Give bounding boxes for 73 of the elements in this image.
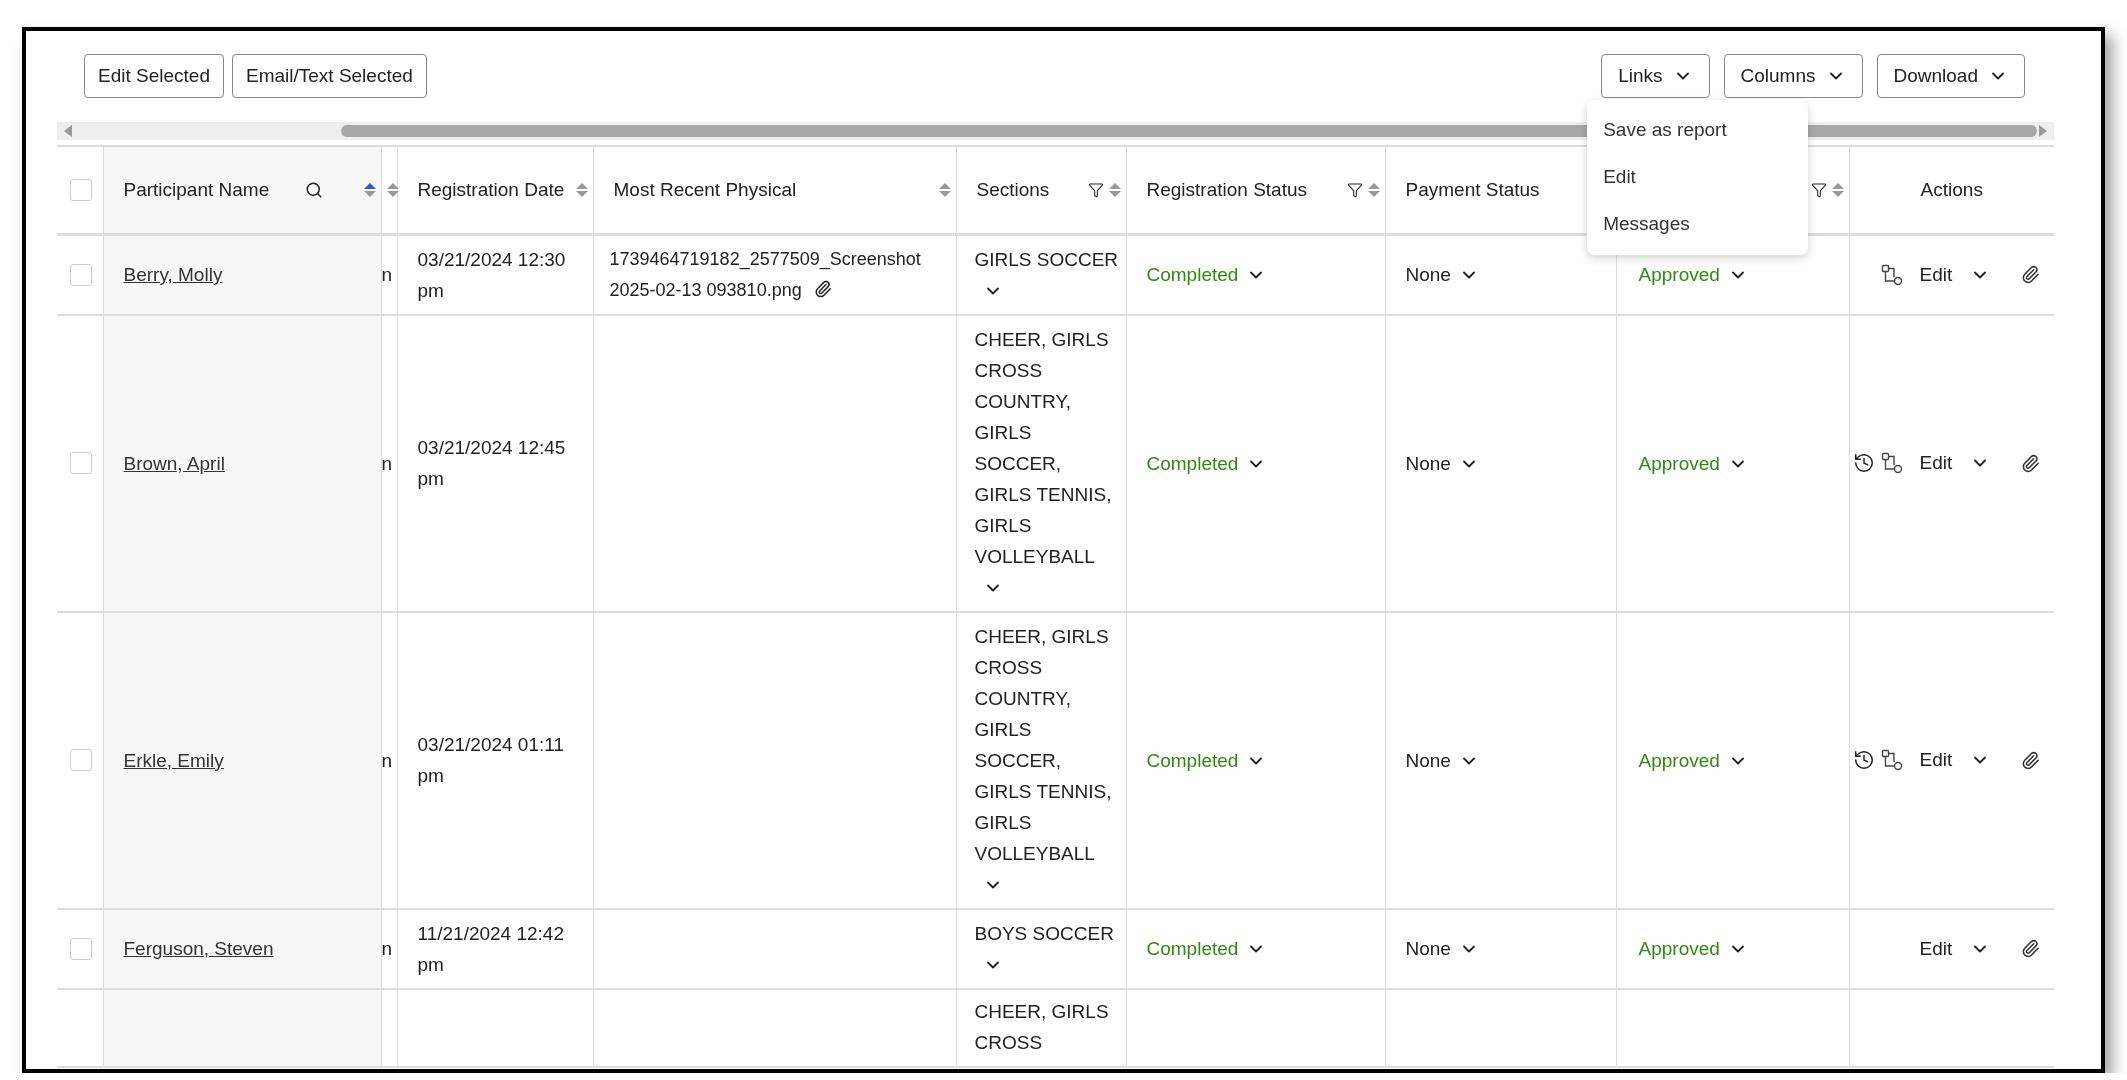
filter-icon[interactable] (1346, 181, 1363, 198)
sections-text: CHEER, GIRLS CROSS (974, 1000, 1109, 1053)
column-header: Registration Date (417, 178, 566, 201)
sort-icon[interactable] (362, 181, 377, 198)
payment-status-dropdown[interactable]: None (1405, 264, 1479, 286)
edit-dropdown[interactable]: Edit (1919, 452, 1991, 474)
participant-link[interactable]: Erkle, Emily (123, 749, 224, 771)
attachment-link[interactable]: 1739464719182_2577509_Screenshot 2025-02-13 093810.png (609, 243, 952, 306)
edit-dropdown[interactable]: Edit (1919, 749, 1991, 771)
registration-status-dropdown[interactable]: Completed (1146, 749, 1267, 772)
column-header: Sections (976, 178, 1051, 201)
toolbar-button[interactable]: Edit Selected (84, 54, 224, 98)
paperclip-icon (2021, 453, 2040, 473)
sections-text: BOYS SOCCER (974, 922, 1114, 944)
paperclip-icon (2021, 265, 2040, 284)
menu-item[interactable]: Messages (1587, 200, 1809, 247)
approval-status-dropdown[interactable]: Approved (1638, 749, 1748, 772)
horizontal-scrollbar[interactable] (57, 122, 2054, 140)
row-checkbox[interactable] (70, 937, 92, 960)
payment-status-dropdown[interactable]: None (1405, 749, 1479, 772)
node-link-icon[interactable] (1880, 749, 1903, 771)
paperclip-icon (813, 279, 832, 298)
table-cell: n (381, 749, 393, 771)
edit-dropdown[interactable]: Edit (1919, 937, 1991, 960)
registration-date: 11/21/2024 12:42 pm (417, 922, 564, 975)
column-header: Participant Name (123, 178, 271, 201)
history-icon[interactable] (1852, 749, 1875, 771)
table-cell: n (381, 452, 393, 474)
node-link-icon[interactable] (1880, 452, 1903, 474)
table-cell: n (381, 938, 393, 959)
participant-link[interactable]: Berry, Molly (123, 264, 223, 285)
filter-icon[interactable] (1810, 181, 1827, 198)
sort-icon[interactable] (574, 181, 589, 198)
search-icon[interactable] (304, 180, 323, 199)
menu-button[interactable]: Download (1876, 54, 2025, 98)
registration-status-dropdown[interactable]: Completed (1146, 264, 1267, 286)
toolbar-button[interactable]: Email/Text Selected (231, 54, 427, 98)
edit-dropdown[interactable]: Edit (1919, 263, 1991, 286)
row-checkbox[interactable] (70, 263, 92, 286)
column-header: Actions (1920, 178, 1983, 201)
payment-status-dropdown[interactable]: None (1405, 452, 1479, 475)
node-link-icon[interactable] (1880, 263, 1903, 286)
payment-status-dropdown[interactable]: None (1405, 938, 1479, 960)
sort-icon[interactable] (385, 181, 400, 198)
approval-status-dropdown[interactable]: Approved (1638, 452, 1748, 475)
approval-status-dropdown[interactable]: Approved (1638, 264, 1748, 286)
table-cell: n (381, 264, 393, 285)
registration-date: 03/21/2024 12:45 pm (417, 437, 566, 489)
sections-text: CHEER, GIRLS CROSS COUNTRY, GIRLS SOCCER, GIRLS TENNIS, GIRLS VOLLEYBALL (974, 328, 1112, 567)
menu-item[interactable]: Save as report (1587, 106, 1809, 153)
approval-status-dropdown[interactable]: Approved (1638, 938, 1748, 960)
history-icon[interactable] (1852, 452, 1875, 474)
select-all-checkbox[interactable] (70, 178, 92, 201)
row-checkbox[interactable] (70, 749, 92, 771)
participant-link[interactable]: Brown, April (123, 452, 225, 474)
menu-button[interactable]: Links (1601, 54, 1710, 98)
column-header: Payment Status (1405, 178, 1541, 201)
sections-text: CHEER, GIRLS CROSS COUNTRY, GIRLS SOCCER, GIRLS TENNIS, GIRLS VOLLEYBALL (974, 625, 1112, 864)
registration-date: 03/21/2024 12:30 pm (417, 248, 566, 301)
row-checkbox[interactable] (70, 452, 92, 474)
paperclip-icon (2021, 939, 2040, 958)
registration-status-dropdown[interactable]: Completed (1146, 938, 1267, 960)
menu-item[interactable]: Edit (1587, 153, 1809, 200)
registration-date: 03/21/2024 01:11 pm (417, 734, 564, 786)
column-header: Most Recent Physical (613, 178, 798, 201)
registration-status-dropdown[interactable]: Completed (1146, 452, 1267, 475)
sections-text: GIRLS SOCCER (974, 248, 1119, 270)
filter-icon[interactable] (1087, 181, 1104, 198)
column-header: Registration Status (1146, 178, 1309, 201)
sort-icon[interactable] (937, 181, 952, 198)
paperclip-icon (2021, 750, 2040, 770)
participant-link[interactable]: Ferguson, Steven (123, 938, 274, 959)
menu-button[interactable]: Columns (1723, 54, 1863, 98)
